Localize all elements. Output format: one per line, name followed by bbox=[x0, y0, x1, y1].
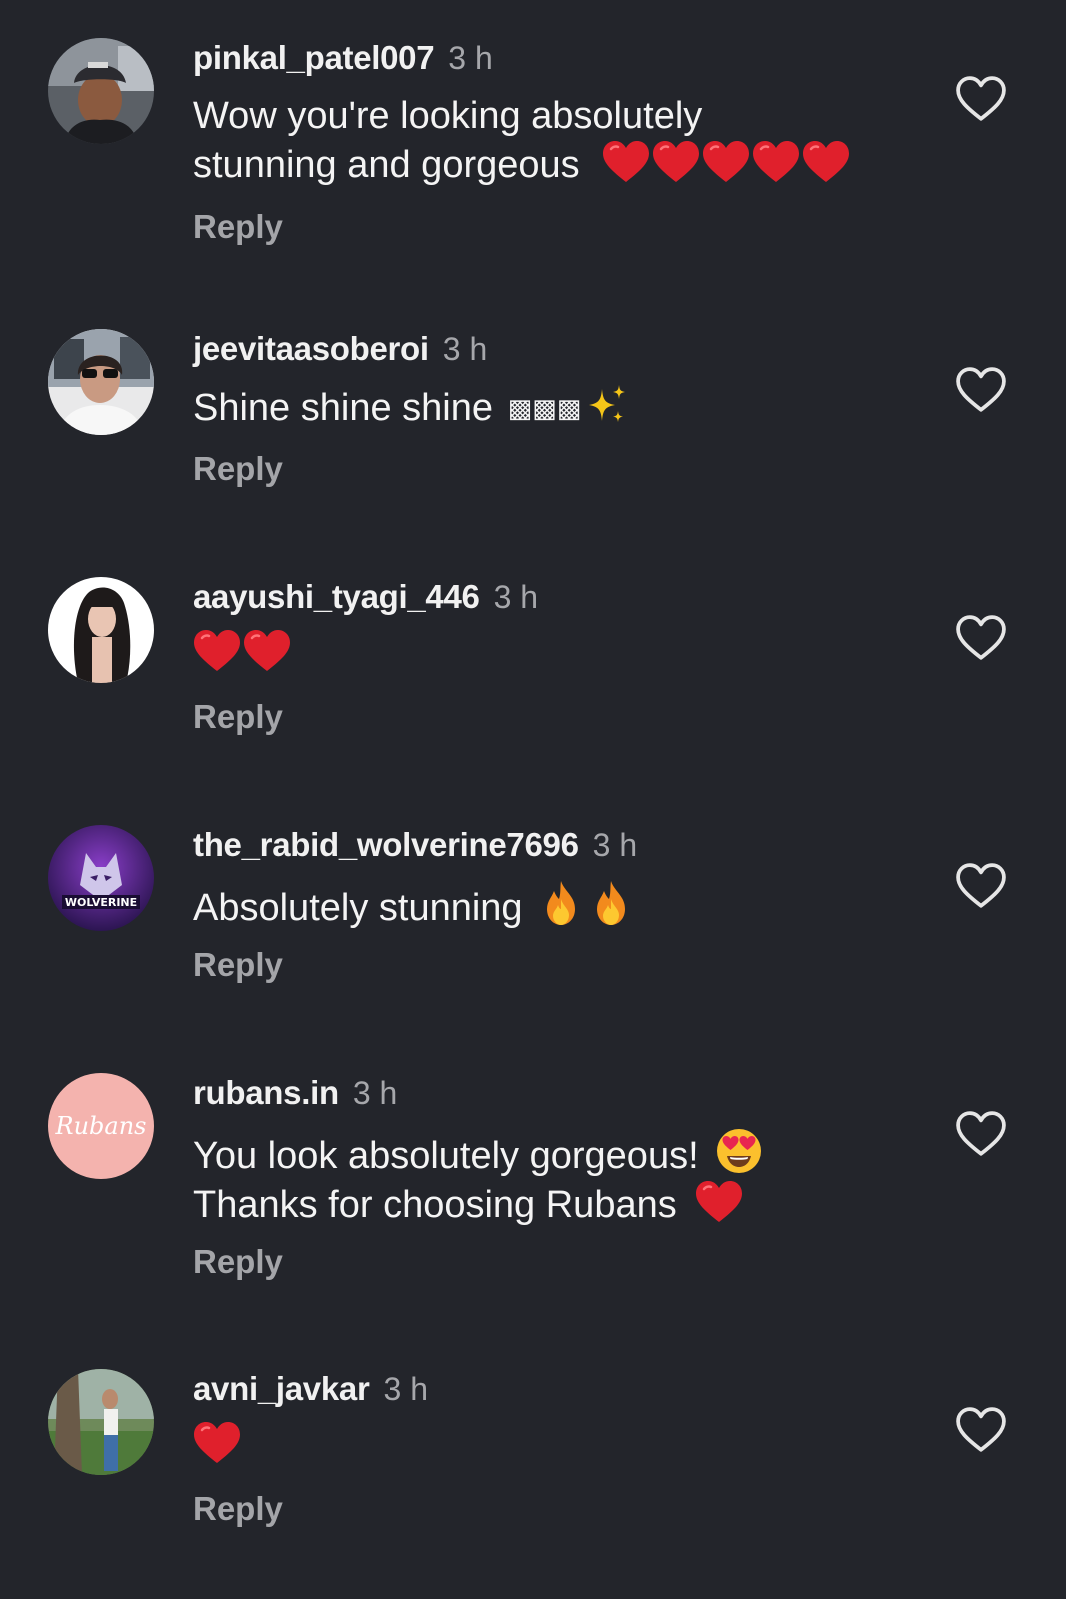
heart-outline-icon[interactable] bbox=[956, 615, 1006, 661]
username[interactable]: rubans.in bbox=[193, 1074, 339, 1111]
comment-text-segment: Absolutely stunning bbox=[193, 887, 523, 929]
reply-button[interactable]: Reply bbox=[193, 450, 283, 488]
comment-text-segment: Thanks for choosing Rubans bbox=[193, 1184, 677, 1226]
red-heart-icon bbox=[602, 140, 650, 184]
avatar[interactable] bbox=[48, 38, 154, 144]
timestamp: 3 h bbox=[442, 331, 488, 367]
comment-header: the_rabid_wolverine7696 3 h bbox=[193, 825, 637, 865]
comment-text bbox=[193, 629, 291, 678]
comment-text-line: stunning and gorgeous bbox=[193, 140, 850, 189]
comment-text-segment: Shine shine shine bbox=[193, 387, 493, 429]
fire-icon bbox=[541, 879, 581, 927]
heart-outline-icon[interactable] bbox=[956, 367, 1006, 413]
avatar[interactable] bbox=[48, 1369, 154, 1475]
comment-header: pinkal_patel007 3 h bbox=[193, 38, 493, 78]
comment-header: avni_javkar 3 h bbox=[193, 1369, 428, 1409]
avatar[interactable]: WOLVERINE bbox=[48, 825, 154, 931]
red-heart-icon bbox=[243, 629, 291, 673]
username[interactable]: the_rabid_wolverine7696 bbox=[193, 826, 579, 863]
comment-text: You look absolutely gorgeous! Thanks for… bbox=[193, 1127, 763, 1229]
timestamp: 3 h bbox=[383, 1371, 428, 1407]
timestamp: 3 h bbox=[592, 827, 638, 863]
svg-text:WOLVERINE: WOLVERINE bbox=[65, 896, 137, 909]
heart-outline-icon[interactable] bbox=[956, 1111, 1006, 1157]
comment-header: aayushi_tyagi_446 3 h bbox=[193, 577, 538, 617]
heart-eyes-face-icon bbox=[715, 1127, 763, 1175]
comment-text-line: You look absolutely gorgeous! bbox=[193, 1127, 763, 1180]
timestamp: 3 h bbox=[352, 1075, 398, 1111]
red-heart-icon bbox=[695, 1180, 743, 1224]
timestamp: 3 h bbox=[493, 579, 539, 615]
comment-text: Shine shine shine ▩▩▩ bbox=[193, 383, 629, 433]
red-heart-icon bbox=[802, 140, 850, 184]
comment-header: jeevitaasoberoi 3 h bbox=[193, 329, 487, 369]
comment-text: Absolutely stunning bbox=[193, 879, 631, 932]
red-heart-icon bbox=[193, 629, 241, 673]
red-heart-icon bbox=[652, 140, 700, 184]
reply-button[interactable]: Reply bbox=[193, 698, 283, 736]
username[interactable]: aayushi_tyagi_446 bbox=[193, 578, 480, 615]
sparkles-icon bbox=[585, 383, 629, 427]
reply-button[interactable]: Reply bbox=[193, 1243, 283, 1281]
comments-screen: { "comments": [ { "username": "pinkal_pa… bbox=[0, 0, 1066, 1599]
red-heart-icon bbox=[702, 140, 750, 184]
red-heart-icon bbox=[752, 140, 800, 184]
avatar[interactable]: Rubans bbox=[48, 1073, 154, 1179]
heart-outline-icon[interactable] bbox=[956, 1407, 1006, 1453]
comment-text-segment: You look absolutely gorgeous! bbox=[193, 1135, 699, 1177]
reply-button[interactable]: Reply bbox=[193, 946, 283, 984]
comment-header: rubans.in 3 h bbox=[193, 1073, 397, 1113]
comment-text: Wow you're looking absolutely stunning a… bbox=[193, 92, 850, 189]
reply-button[interactable]: Reply bbox=[193, 208, 283, 246]
comment-text-line: Thanks for choosing Rubans bbox=[193, 1180, 763, 1229]
missing-glyphs: ▩▩▩ bbox=[507, 394, 582, 424]
username[interactable]: jeevitaasoberoi bbox=[193, 330, 429, 367]
username[interactable]: avni_javkar bbox=[193, 1370, 370, 1407]
avatar[interactable] bbox=[48, 577, 154, 683]
fire-icon bbox=[591, 879, 631, 927]
comment-text bbox=[193, 1421, 241, 1470]
username[interactable]: pinkal_patel007 bbox=[193, 39, 435, 76]
comment-text-line: Wow you're looking absolutely bbox=[193, 95, 703, 137]
heart-outline-icon[interactable] bbox=[956, 76, 1006, 122]
timestamp: 3 h bbox=[448, 40, 493, 76]
reply-button[interactable]: Reply bbox=[193, 1490, 283, 1528]
avatar-logo-text: Rubans bbox=[55, 1112, 147, 1140]
avatar[interactable] bbox=[48, 329, 154, 435]
red-heart-icon bbox=[193, 1421, 241, 1465]
heart-outline-icon[interactable] bbox=[956, 863, 1006, 909]
comment-text-segment: stunning and gorgeous bbox=[193, 144, 580, 186]
